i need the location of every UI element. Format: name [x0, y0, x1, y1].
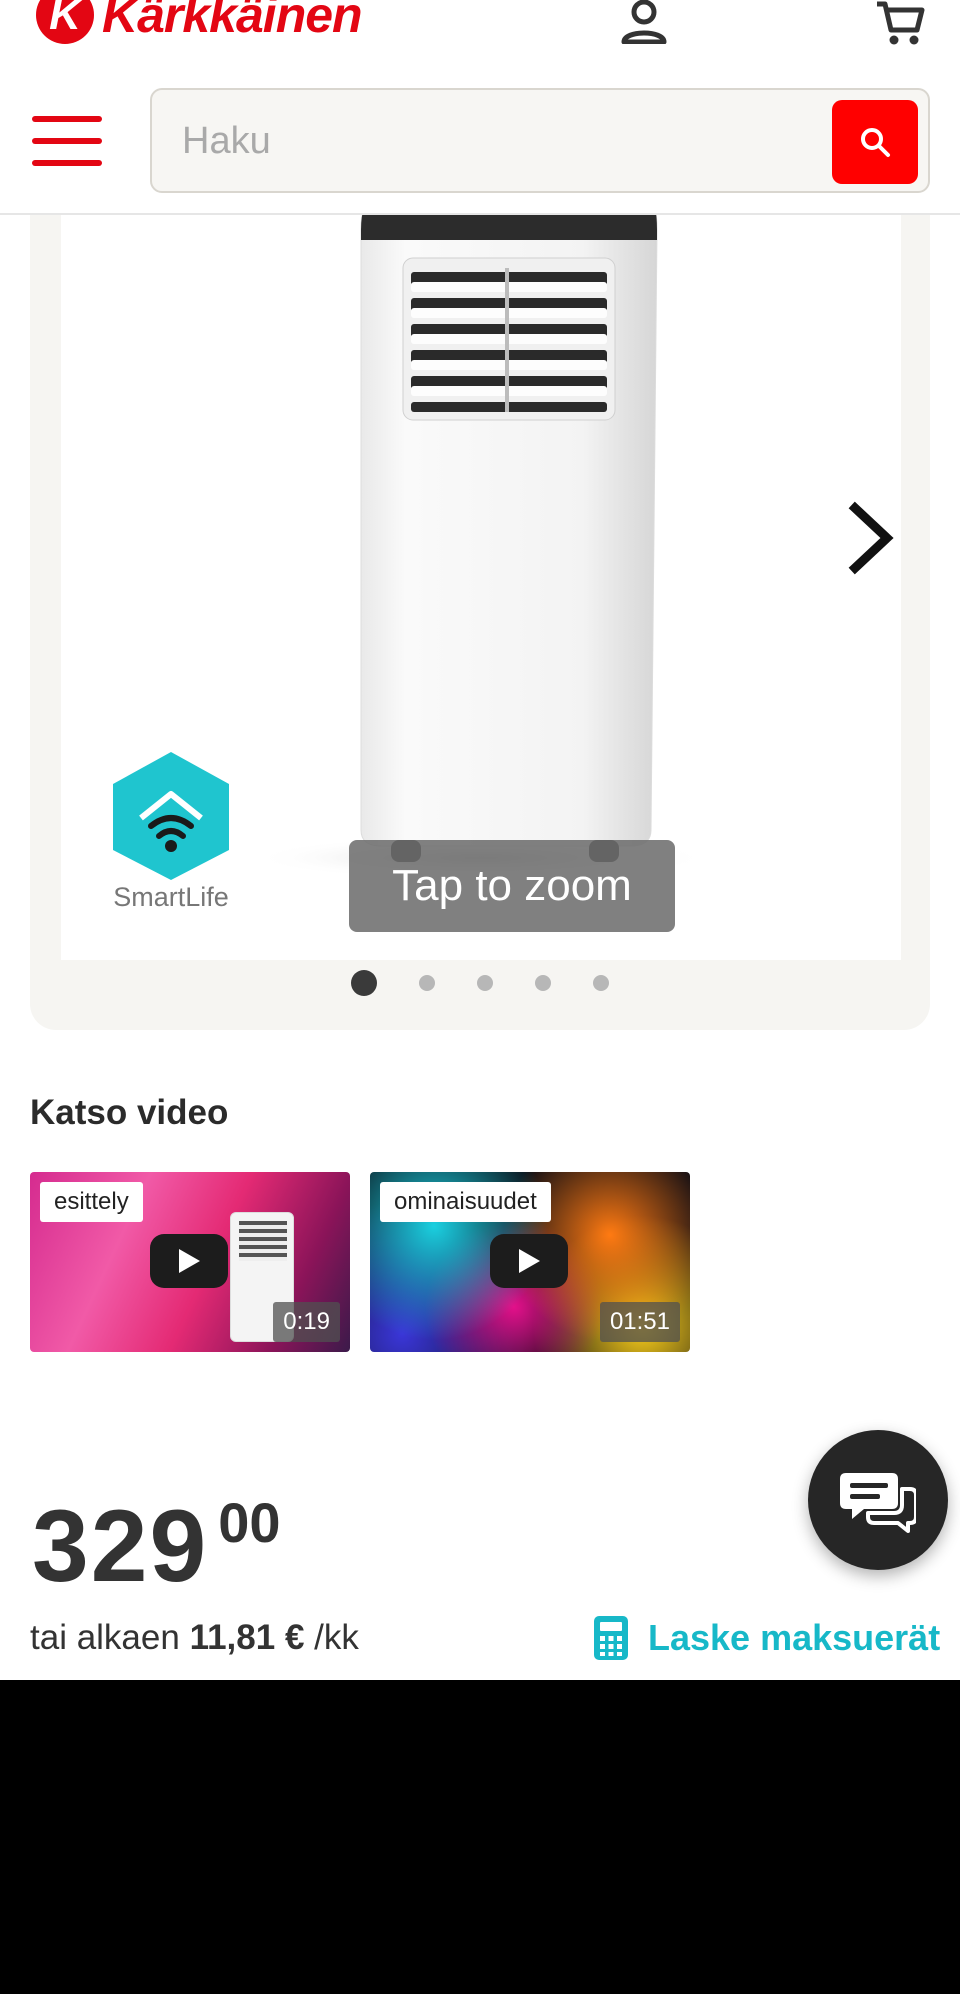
product-price: 329 00: [32, 1489, 281, 1603]
smartlife-wifi-home-icon: [113, 752, 229, 880]
calculator-link-label: Laske maksuerät: [648, 1617, 941, 1658]
logo-mark: K: [36, 0, 94, 44]
search-button[interactable]: [832, 100, 918, 184]
account-button[interactable]: [616, 0, 672, 48]
carousel-dot[interactable]: [419, 975, 435, 991]
carousel-dot[interactable]: [477, 975, 493, 991]
tap-to-zoom-label[interactable]: Tap to zoom: [349, 840, 675, 932]
smartlife-text: SmartLife: [113, 882, 229, 912]
installment-amount: 11,81 €: [189, 1618, 305, 1657]
blank-screen-area: [0, 1680, 960, 1994]
video-thumbnail[interactable]: esittely 0:19: [30, 1172, 350, 1352]
search-box: [150, 88, 930, 193]
price-integer: 329: [32, 1489, 209, 1603]
installment-suffix: /kk: [314, 1618, 359, 1657]
play-icon: [179, 1249, 200, 1273]
search-input[interactable]: [182, 110, 782, 172]
play-icon: [519, 1249, 540, 1273]
hamburger-line: [32, 160, 102, 166]
play-button[interactable]: [490, 1234, 568, 1288]
play-button[interactable]: [150, 1234, 228, 1288]
menu-button[interactable]: [32, 116, 102, 166]
product-gallery: SmartLife Tap to zoom: [30, 190, 930, 1030]
carousel-dot[interactable]: [593, 975, 609, 991]
cart-icon: [877, 1, 925, 45]
chevron-right-icon[interactable]: [841, 498, 901, 578]
video-section-heading: Katso video: [30, 1093, 229, 1132]
price-cents: 00: [218, 1491, 281, 1554]
calculator-icon: [594, 1616, 628, 1660]
installment-info: tai alkaen 11,81 € /kk: [30, 1618, 359, 1658]
installment-calculator-link[interactable]: Laske maksuerät: [592, 1614, 940, 1662]
carousel-dots: [30, 968, 930, 998]
hamburger-line: [32, 138, 102, 144]
search-icon: [861, 128, 890, 157]
smartlife-badge: SmartLife: [101, 750, 241, 930]
cart-button[interactable]: [872, 0, 928, 48]
video-thumbnail[interactable]: ominaisuudet 01:51: [370, 1172, 690, 1352]
hamburger-menu-icon: [32, 116, 102, 122]
chat-button[interactable]: [808, 1430, 948, 1570]
carousel-dot[interactable]: [351, 970, 377, 996]
video-duration: 0:19: [273, 1302, 340, 1342]
carousel-dot[interactable]: [535, 975, 551, 991]
product-image[interactable]: SmartLife Tap to zoom: [61, 190, 901, 960]
video-tag: ominaisuudet: [380, 1182, 551, 1222]
installment-prefix: tai alkaen: [30, 1618, 180, 1657]
brand-logo[interactable]: K Kärkkäinen: [36, 0, 363, 48]
page: K Kärkkäinen Haku SmartLife Tap to zoom …: [0, 0, 960, 1680]
logo-text: Kärkkäinen: [102, 0, 363, 43]
user-icon: [621, 0, 667, 44]
chat-bubbles-icon: [840, 1473, 916, 1533]
video-tag: esittely: [40, 1182, 143, 1222]
video-duration: 01:51: [599, 1302, 680, 1342]
site-header: K Kärkkäinen: [0, 0, 960, 215]
